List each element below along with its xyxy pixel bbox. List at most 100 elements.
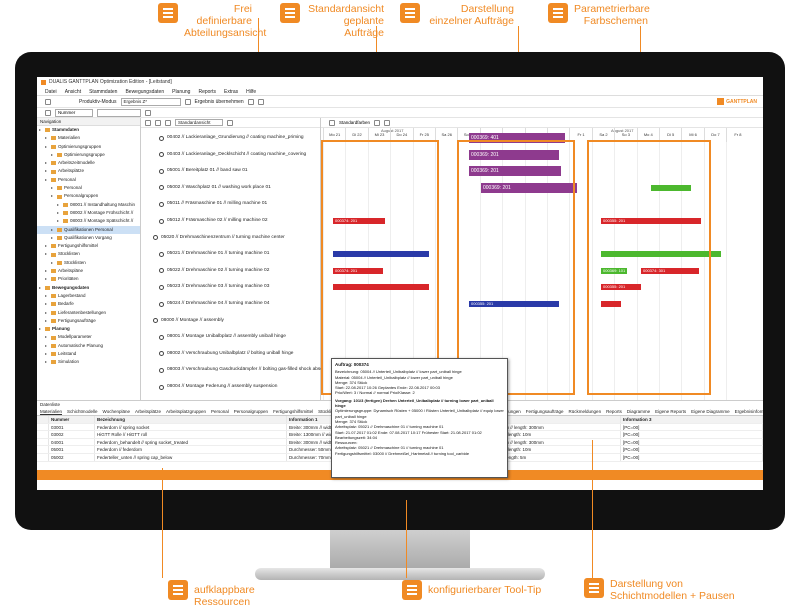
order-bar[interactable] <box>333 284 429 291</box>
save-icon[interactable] <box>247 98 254 105</box>
color-scheme-select[interactable]: Standardfarben <box>339 120 370 125</box>
expand-icon[interactable]: ▸ <box>51 151 55 159</box>
group-expand-icon[interactable] <box>153 318 158 324</box>
col-description[interactable]: Bezeichnung <box>95 416 287 423</box>
expand-icon[interactable]: ▸ <box>45 317 49 325</box>
expand-icon[interactable]: ▸ <box>45 300 49 308</box>
detail-tab[interactable]: Schichtmodelle <box>67 408 98 415</box>
nav-item[interactable]: ▸ Planung <box>37 325 140 333</box>
expand-icon[interactable]: ▸ <box>57 201 61 209</box>
detail-tab[interactable]: Diagramme <box>627 408 650 415</box>
expand-icon[interactable]: ▸ <box>45 342 49 350</box>
nav-item[interactable]: ▸ Fertigungsaufträge <box>37 317 140 325</box>
view-options-icon[interactable] <box>227 119 233 126</box>
nav-item[interactable]: ▸ 08003 // Montage Spätschicht // <box>37 217 140 225</box>
expand-icon[interactable]: ▸ <box>45 242 49 250</box>
nav-item[interactable]: ▸ Optimierungsgruppe <box>37 151 140 159</box>
nav-item[interactable]: ▸ Bewegungsdaten <box>37 284 140 292</box>
order-bar[interactable] <box>651 184 691 191</box>
expand-icon[interactable]: ▸ <box>45 309 49 317</box>
menu-ansicht[interactable]: Ansicht <box>65 88 81 95</box>
expand-icon[interactable]: ▸ <box>45 134 49 142</box>
detail-tab[interactable]: Arbeitsplatzgruppen <box>166 408 206 415</box>
menu-reports[interactable]: Reports <box>198 88 216 95</box>
apply-result-button[interactable]: Ergebnis übernehmen <box>195 99 244 105</box>
detail-tab[interactable]: Personalgruppen <box>234 408 268 415</box>
detail-tab[interactable]: Personal <box>211 408 229 415</box>
nav-item[interactable]: ▸ Qualifikationen Vorgang <box>37 234 140 242</box>
expand-icon[interactable]: ▸ <box>51 184 55 192</box>
hand-icon[interactable] <box>384 119 391 126</box>
resource-row[interactable]: 05020 // Drehmaschinenzentrum // turning… <box>141 232 321 244</box>
resource-row[interactable]: 05012 // Fräsmaschine 02 // milling mach… <box>141 215 321 227</box>
detail-tab[interactable]: Arbeitsplätze <box>135 408 161 415</box>
expand-icon[interactable]: ▸ <box>45 358 49 366</box>
detail-tab[interactable]: Reports <box>606 408 622 415</box>
order-bar[interactable]: 000355: 201 <box>601 218 701 224</box>
nav-item[interactable]: ▸ 08001 // Instandhaltung Maschin <box>37 201 140 209</box>
detail-tab[interactable]: Materialien <box>40 408 63 415</box>
nav-item[interactable]: ▸ Lieferantenbestellungen <box>37 309 140 317</box>
resource-row[interactable]: 08002 // Verschraubung Unibalbplatz // b… <box>141 348 321 360</box>
zoom-in-icon[interactable] <box>145 119 151 126</box>
zoom-out-icon[interactable] <box>155 119 161 126</box>
search-icon[interactable] <box>145 109 151 116</box>
nav-item[interactable]: ▸ Arbeitszeitmodelle <box>37 159 140 167</box>
nav-item[interactable]: ▸ Materialien <box>37 134 140 142</box>
order-bar[interactable]: 000369: 401 <box>469 133 565 143</box>
resource-row[interactable]: 05021 // Drehmaschine 01 // turning mach… <box>141 248 321 260</box>
palette-icon[interactable] <box>329 119 335 126</box>
nav-item[interactable]: ▸ Personal <box>37 176 140 184</box>
expand-icon[interactable]: ▸ <box>45 350 49 358</box>
run-icon[interactable] <box>184 98 191 105</box>
nav-item[interactable]: ▸ Stücklisten <box>37 250 140 258</box>
expand-icon[interactable]: ▸ <box>45 143 49 151</box>
nav-item[interactable]: ▸ 08002 // Montage Frühschicht // <box>37 209 140 217</box>
detail-tab[interactable]: Rückmeldungen <box>569 408 602 415</box>
expand-icon[interactable]: ▸ <box>45 267 49 275</box>
order-bar[interactable]: 000374: 301 <box>641 267 699 274</box>
order-bar[interactable]: 000369: 201 <box>469 149 559 160</box>
expand-icon[interactable]: ▸ <box>39 126 43 134</box>
resource-row[interactable]: 00402 // Lackieranlage_Grundierung // co… <box>141 132 321 144</box>
menu-planung[interactable]: Planung <box>172 88 190 95</box>
nav-item[interactable]: ▸ Leitstand <box>37 350 140 358</box>
menu-stammdaten[interactable]: Stammdaten <box>89 88 117 95</box>
view-select[interactable]: Standardansicht <box>175 119 223 126</box>
settings-icon[interactable] <box>45 109 51 116</box>
expand-icon[interactable]: ▸ <box>51 226 55 234</box>
resource-row[interactable]: 05001 // Bereitplatz 01 // band saw 01 <box>141 165 321 177</box>
nav-item[interactable]: ▸ Modellparameter <box>37 333 140 341</box>
resource-row[interactable]: 08004 // Montage Federung // assembly su… <box>141 381 321 393</box>
order-bar[interactable]: 000355: 201 <box>469 301 559 307</box>
order-bar[interactable] <box>601 301 621 307</box>
resource-row[interactable]: 08001 // Montage Unibalbplatz // assembl… <box>141 331 321 343</box>
nav-item[interactable]: ▸ Personal <box>37 184 140 192</box>
nav-item[interactable]: ▸ Fertigungshilfsmittel <box>37 242 140 250</box>
expand-icon[interactable]: ▸ <box>57 209 61 217</box>
filter-icon[interactable] <box>374 119 381 126</box>
order-bar[interactable]: 000369: 101 <box>601 267 627 274</box>
menu-hilfe[interactable]: Hilfe <box>246 88 256 95</box>
order-bar[interactable]: 000374: 201 <box>333 218 385 224</box>
resource-row[interactable]: 05024 // Drehmaschine 04 // turning mach… <box>141 298 321 310</box>
resource-row[interactable]: 08000 // Montage // assembly <box>141 315 321 327</box>
expand-icon[interactable]: ▸ <box>45 275 49 283</box>
resource-row[interactable]: 05002 // Waschplatz 01 // washing work p… <box>141 182 321 194</box>
order-bar[interactable] <box>333 251 429 258</box>
nav-item[interactable]: ▸ Lagerbestand <box>37 292 140 300</box>
resource-row[interactable]: 05022 // Drehmaschine 02 // turning mach… <box>141 265 321 277</box>
nav-item[interactable]: ▸ Personalgruppen <box>37 192 140 200</box>
nav-item[interactable]: ▸ Arbeitsplätze <box>37 167 140 175</box>
detail-tab[interactable]: Eigene Diagramme <box>691 408 730 415</box>
expand-icon[interactable]: ▸ <box>51 192 55 200</box>
menu-datei[interactable]: Datei <box>45 88 57 95</box>
expand-icon[interactable]: ▸ <box>39 325 43 333</box>
nav-item[interactable]: ▸ Stammdaten <box>37 126 140 134</box>
nav-item[interactable]: ▸ Simulation <box>37 358 140 366</box>
refresh-icon[interactable] <box>165 119 171 126</box>
order-bar[interactable]: 000369: 201 <box>481 182 577 193</box>
resource-row[interactable]: 05023 // Drehmaschine 03 // turning mach… <box>141 281 321 293</box>
nav-item[interactable]: ▸ Bedarfe <box>37 300 140 308</box>
filter-select[interactable]: Nummer <box>55 108 93 117</box>
